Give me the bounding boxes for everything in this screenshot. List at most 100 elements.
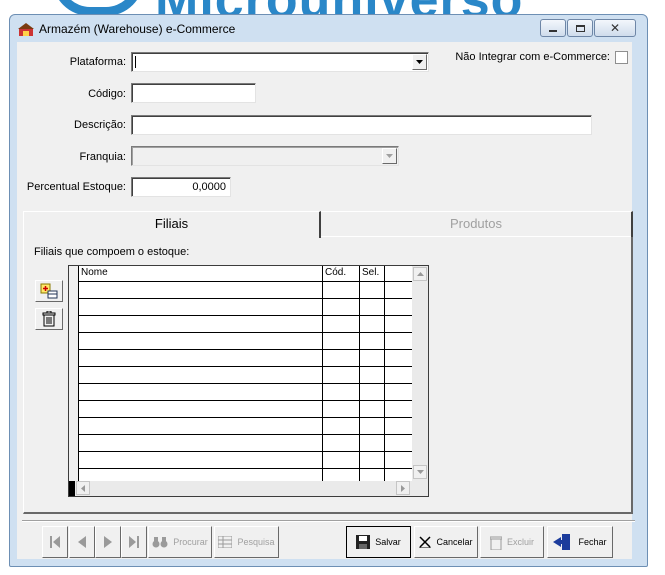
table-cell[interactable] [360, 452, 385, 469]
table-row[interactable] [69, 401, 412, 418]
table-row[interactable] [69, 299, 412, 316]
table-cell[interactable] [360, 435, 385, 452]
table-cell[interactable] [323, 299, 360, 316]
table-cell[interactable] [323, 384, 360, 401]
next-record-icon [104, 536, 112, 548]
plataforma-select[interactable] [131, 52, 429, 72]
pesquisa-button[interactable]: Pesquisa [214, 526, 279, 558]
next-record-button[interactable] [95, 526, 121, 558]
row-indicator-cell [69, 333, 79, 350]
tab-produtos[interactable]: Produtos [321, 211, 633, 237]
delete-filial-button[interactable] [35, 308, 63, 330]
table-row[interactable] [69, 333, 412, 350]
procurar-button[interactable]: Procurar [148, 526, 212, 558]
chevron-down-icon [416, 60, 423, 64]
table-cell[interactable] [323, 435, 360, 452]
table-row[interactable] [69, 418, 412, 435]
arrow-up-icon [416, 272, 424, 276]
table-cell[interactable] [323, 418, 360, 435]
previous-record-icon [78, 536, 86, 548]
table-row[interactable] [69, 282, 412, 299]
table-search-icon [218, 536, 233, 548]
table-cell[interactable] [360, 299, 385, 316]
table-cell[interactable] [79, 418, 323, 435]
table-cell[interactable] [323, 316, 360, 333]
table-cell[interactable] [323, 350, 360, 367]
plataforma-dropdown-button[interactable] [412, 54, 427, 70]
filiais-grid[interactable]: Nome Cód. Sel. [68, 265, 429, 497]
nao-integrar-checkbox[interactable] [615, 51, 628, 64]
percentual-field[interactable]: 0,0000 [131, 177, 231, 197]
table-cell[interactable] [79, 452, 323, 469]
add-filial-button[interactable] [35, 280, 63, 302]
table-cell[interactable] [360, 418, 385, 435]
table-cell[interactable] [323, 401, 360, 418]
row-indicator-cell [69, 367, 79, 384]
codigo-field[interactable] [131, 83, 256, 103]
table-row[interactable] [69, 452, 412, 469]
cancelar-button[interactable]: Cancelar [414, 526, 478, 558]
table-cell[interactable] [79, 299, 323, 316]
table-cell[interactable] [79, 401, 323, 418]
scroll-left-button[interactable] [76, 481, 90, 495]
floppy-disk-icon [356, 535, 371, 549]
table-cell[interactable] [360, 316, 385, 333]
table-cell[interactable] [79, 350, 323, 367]
table-cell[interactable] [360, 333, 385, 350]
table-row[interactable] [69, 384, 412, 401]
table-cell[interactable] [79, 282, 323, 299]
tab-filiais[interactable]: Filiais [23, 211, 321, 238]
descricao-field[interactable] [131, 115, 592, 135]
table-cell[interactable] [360, 401, 385, 418]
scroll-right-button[interactable] [396, 481, 410, 495]
previous-record-button[interactable] [69, 526, 95, 558]
table-cell[interactable] [360, 367, 385, 384]
row-indicator-cell [69, 299, 79, 316]
table-row[interactable] [69, 350, 412, 367]
cancelar-label: Cancelar [436, 537, 473, 547]
toolbar-separator [22, 520, 635, 522]
franquia-select[interactable] [131, 146, 399, 166]
table-cell[interactable] [323, 452, 360, 469]
table-cell[interactable] [360, 282, 385, 299]
procurar-label: Procurar [173, 537, 208, 547]
franquia-dropdown-button[interactable] [382, 148, 397, 164]
nao-integrar-label: Não Integrar com e-Commerce: [455, 51, 610, 63]
descricao-label: Descrição: [74, 119, 126, 131]
table-cell[interactable] [323, 333, 360, 350]
column-header-cod[interactable]: Cód. [323, 266, 360, 282]
row-indicator-cell [69, 350, 79, 367]
table-cell[interactable] [79, 316, 323, 333]
table-cell[interactable] [323, 282, 360, 299]
arrow-left-icon [81, 484, 85, 492]
table-cell[interactable] [79, 367, 323, 384]
franquia-label: Franquia: [79, 151, 126, 163]
scroll-down-button[interactable] [413, 465, 427, 479]
first-record-button[interactable] [42, 526, 68, 558]
table-row[interactable] [69, 367, 412, 384]
last-record-button[interactable] [121, 526, 147, 558]
table-cell[interactable] [360, 350, 385, 367]
excluir-button[interactable]: Excluir [480, 526, 544, 558]
column-header-sel[interactable]: Sel. [360, 266, 385, 282]
table-row[interactable] [69, 435, 412, 452]
row-indicator-cell [69, 384, 79, 401]
salvar-button[interactable]: Salvar [346, 526, 411, 558]
grid-horizontal-scrollbar[interactable] [69, 481, 428, 496]
pesquisa-label: Pesquisa [237, 537, 275, 547]
add-row-icon [40, 283, 58, 299]
plataforma-label: Plataforma: [69, 56, 126, 68]
table-cell[interactable] [79, 435, 323, 452]
table-cell[interactable] [79, 384, 323, 401]
table-cell[interactable] [360, 384, 385, 401]
row-indicator-marker [69, 481, 75, 496]
row-indicator-cell [69, 435, 79, 452]
table-cell[interactable] [79, 333, 323, 350]
scroll-up-button[interactable] [413, 267, 427, 281]
first-record-icon [50, 536, 60, 548]
grid-vertical-scrollbar[interactable] [412, 266, 428, 481]
fechar-button[interactable]: Fechar [547, 526, 613, 558]
table-row[interactable] [69, 316, 412, 333]
column-header-nome[interactable]: Nome [79, 266, 323, 282]
table-cell[interactable] [323, 367, 360, 384]
